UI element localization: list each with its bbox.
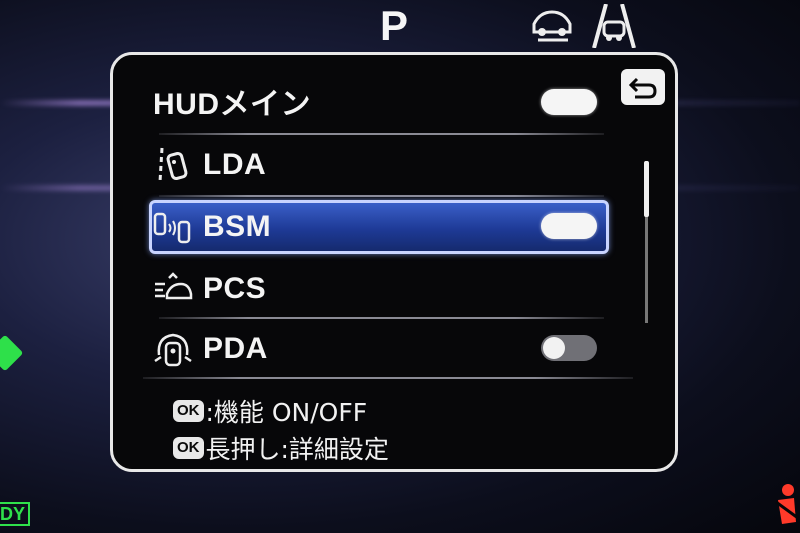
blind-spot-monitor-icon (153, 207, 193, 247)
divider (159, 133, 604, 135)
ok-button-icon: OK (173, 400, 204, 422)
menu-item-label: PDA (203, 332, 268, 365)
lane-departure-icon (153, 145, 193, 185)
menu-item-bsm[interactable]: BSM (153, 199, 608, 255)
menu-item-pda[interactable]: PDA (153, 321, 608, 377)
bsm-toggle[interactable] (541, 213, 597, 239)
return-icon (628, 77, 657, 99)
help-line-toggle: OK :機能 ON/OFF (173, 393, 367, 429)
scrollbar-thumb[interactable] (644, 161, 649, 217)
menu-item-pcs[interactable]: PCS (153, 261, 608, 317)
hud-main-toggle[interactable] (541, 89, 597, 115)
back-button[interactable] (621, 69, 665, 105)
proactive-driving-assist-icon (153, 329, 193, 369)
menu-item-lda[interactable]: LDA (153, 137, 608, 193)
eco-indicator-icon (0, 334, 24, 372)
menu-item-hud-main[interactable]: HUDメイン (153, 73, 608, 129)
gear-indicator: P (380, 2, 409, 49)
toggle-knob (543, 337, 565, 359)
divider (159, 317, 604, 319)
ok-button-icon: OK (173, 437, 204, 459)
menu-item-label: HUDメイン (153, 88, 311, 121)
divider (159, 195, 604, 197)
pda-toggle[interactable] (541, 335, 597, 361)
help-text: :機能 ON/OFF (205, 398, 368, 427)
hud-settings-panel: HUDメイン LDA BSM PCS PDA OK:機能 ON/OFF OK … (110, 52, 678, 472)
menu-scrollbar[interactable] (644, 161, 649, 323)
menu-item-label: PCS (203, 272, 267, 305)
pre-collision-icon (153, 269, 193, 309)
divider (143, 377, 633, 379)
help-line-details: OK 長押し:詳細設定 (173, 430, 389, 466)
menu-item-label: LDA (203, 148, 267, 181)
radar-cruise-icon (528, 4, 578, 50)
help-text: 長押し:詳細設定 (205, 435, 389, 464)
ready-indicator: DY (0, 502, 30, 526)
menu-item-label: BSM (203, 210, 272, 243)
lane-car-icon (584, 3, 644, 52)
seatbelt-warning-icon (772, 482, 800, 532)
